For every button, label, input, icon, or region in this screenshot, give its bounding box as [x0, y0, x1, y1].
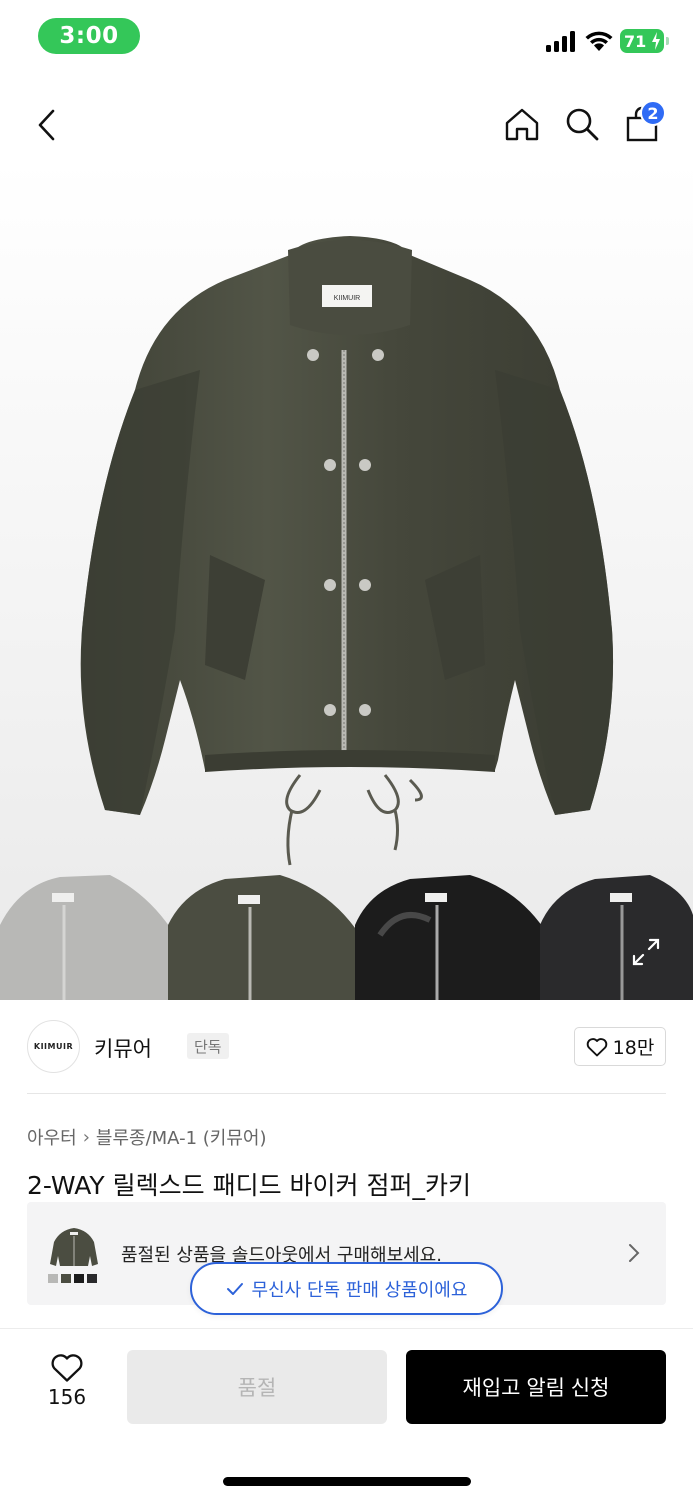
exclusive-tag: 단독 [187, 1033, 229, 1059]
soldout-button: 품절 [127, 1350, 387, 1424]
charging-bolt-icon [652, 32, 660, 50]
expand-icon[interactable] [626, 932, 666, 972]
top-navigation [0, 90, 693, 160]
home-icon[interactable] [500, 102, 544, 146]
brand-logo[interactable]: KIIMUIR [27, 1020, 80, 1073]
status-time: 3:00 [38, 18, 140, 54]
soldout-product-thumbnail [48, 1228, 98, 1283]
breadcrumb-subcategory[interactable]: 블루종/MA-1 (키뮤어) [96, 1124, 267, 1150]
brand-like-button[interactable]: 18만 [574, 1027, 666, 1066]
home-indicator [223, 1477, 471, 1486]
chevron-right-icon [629, 1244, 640, 1262]
status-bar: 3:00 71 [0, 0, 693, 72]
battery-tip [666, 37, 669, 45]
battery-indicator: 71 [620, 29, 664, 53]
breadcrumb-category[interactable]: 아우터 [27, 1124, 77, 1150]
breadcrumb: 아우터 › 블루종/MA-1 (키뮤어) [27, 1124, 266, 1150]
brand-row: KIIMUIR 키뮤어 단독 18만 [27, 1000, 666, 1094]
chevron-right-icon: › [82, 1126, 90, 1148]
purchase-bar: 156 품절 재입고 알림 신청 [0, 1328, 693, 1500]
cart-count-badge: 2 [640, 100, 666, 126]
wifi-icon [585, 31, 613, 51]
wishlist-button[interactable]: 156 [38, 1353, 96, 1423]
color-variant-thumbnails[interactable] [0, 865, 693, 1000]
brand-like-count: 18만 [612, 1037, 655, 1059]
search-icon[interactable] [560, 102, 604, 146]
product-jacket-image: KIIMUIR [80, 236, 614, 866]
battery-level: 71 [624, 31, 647, 51]
restock-alert-button[interactable]: 재입고 알림 신청 [406, 1350, 666, 1424]
check-icon [226, 1282, 243, 1295]
product-title: 2-WAY 릴렉스드 패디드 바이커 점퍼_카키 [27, 1171, 471, 1200]
cellular-signal-icon [546, 31, 575, 52]
back-icon[interactable] [26, 104, 68, 146]
exclusive-sale-text: 무신사 단독 판매 상품이에요 [251, 1279, 468, 1301]
heart-icon [51, 1354, 83, 1382]
wishlist-count: 156 [47, 1385, 87, 1409]
brand-name[interactable]: 키뮤어 [94, 1033, 152, 1063]
svg-text:KIIMUIR: KIIMUIR [334, 295, 360, 302]
heart-icon [586, 1037, 607, 1056]
product-image-carousel[interactable]: KIIMUIR [0, 160, 693, 1000]
exclusive-sale-badge: 무신사 단독 판매 상품이에요 [190, 1262, 503, 1315]
